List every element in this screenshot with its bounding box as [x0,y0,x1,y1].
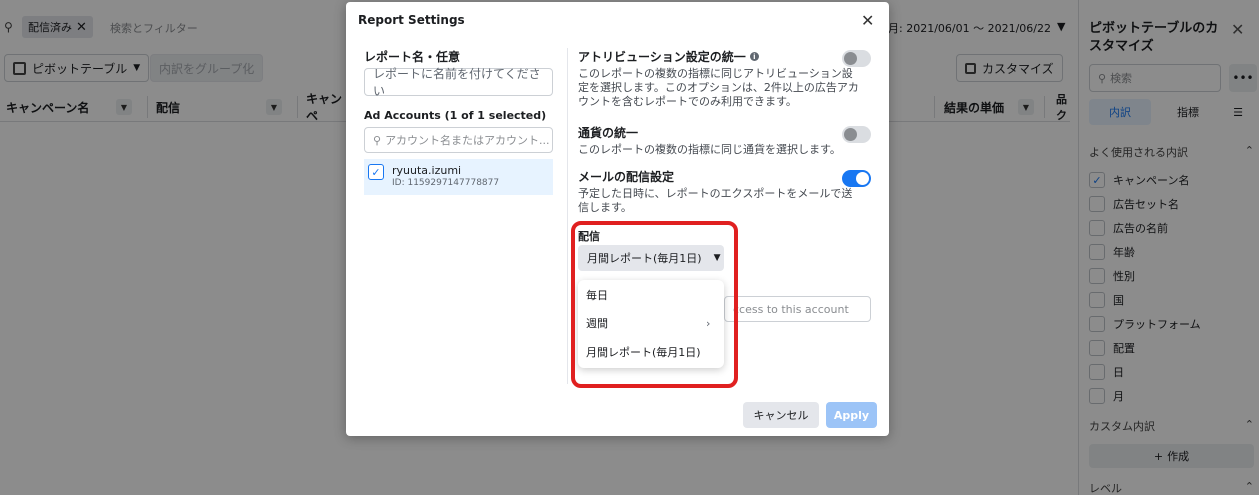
cancel-button[interactable]: キャンセル [743,402,819,428]
currency-setting: 通貨の統一 このレポートの複数の指標に同じ通貨を選択します。 [578,124,878,157]
email-recipient-input[interactable]: ccess to this account [724,296,871,322]
email-delivery-description: 予定した日時に、レポートのエクスポートをメールで送信します。 [578,187,853,214]
checkbox[interactable]: ✓ [368,164,384,180]
apply-button[interactable]: Apply [826,402,877,428]
attribution-toggle[interactable] [842,50,871,67]
email-delivery-toggle[interactable] [842,170,871,187]
account-id: ID: 1159297147778877 [392,178,500,188]
report-name-label: レポート名・任意 [364,50,461,64]
attribution-description: このレポートの複数の指標に同じアトリビューション設定を選択します。このオプション… [578,67,859,108]
currency-description: このレポートの複数の指標に同じ通貨を選択します。 [578,143,841,156]
dialog-title: Report Settings [358,13,465,27]
toggle-knob [844,128,857,141]
close-icon[interactable]: ✕ [861,11,874,30]
info-icon[interactable]: i [749,52,759,61]
attribution-title: アトリビューション設定の統一 [578,50,746,64]
account-list-item[interactable]: ✓ ryuuta.izumi ID: 1159297147778877 [364,159,553,195]
currency-title: 通貨の統一 [578,126,639,140]
toggle-knob [856,172,869,185]
ad-accounts-label: Ad Accounts (1 of 1 selected) [364,109,547,122]
email-delivery-title: メールの配信設定 [578,170,675,184]
dialog-header: Report Settings ✕ [346,2,889,38]
column-divider [567,48,568,384]
search-icon: ⚲ [373,133,382,147]
account-search-input[interactable]: ⚲ アカウント名またはアカウント... [364,127,553,153]
account-name: ryuuta.izumi [392,164,462,177]
highlight-annotation [571,221,738,388]
report-name-input[interactable]: レポートに名前を付けてください [364,67,553,98]
attribution-setting: アトリビューション設定の統一 i このレポートの複数の指標に同じアトリビューショ… [578,48,878,109]
account-search-placeholder: アカウント名またはアカウント... [385,134,550,147]
email-delivery-setting: メールの配信設定 予定した日時に、レポートのエクスポートをメールで送信します。 [578,168,878,215]
currency-toggle[interactable] [842,126,871,143]
toggle-knob [844,52,857,65]
report-details-column: レポート名・任意 レポートに名前を付けてください Ad Accounts (1 … [364,48,554,195]
dialog-footer: キャンセル Apply [346,402,889,432]
